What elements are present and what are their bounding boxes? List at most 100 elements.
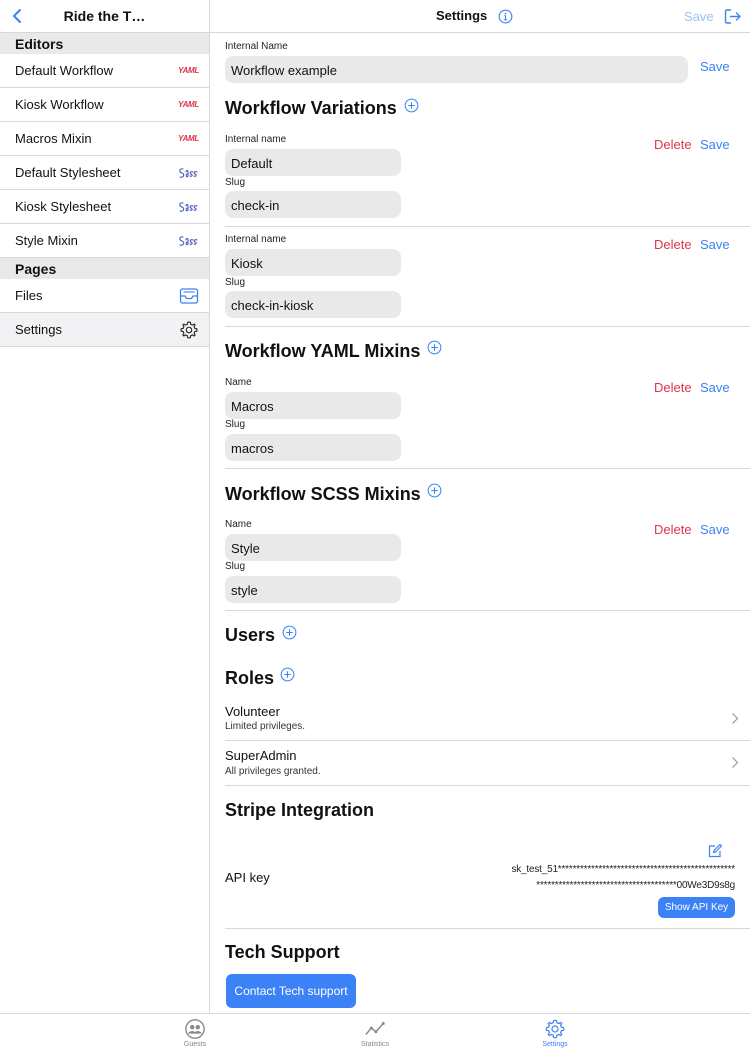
divider: [225, 610, 750, 611]
gear-icon: [180, 321, 198, 338]
yaml-icon: YAML: [178, 66, 199, 75]
gear-icon: [545, 1019, 565, 1039]
sidebar-item-label: Kiosk Workflow: [15, 97, 104, 112]
yaml-mixins-heading: Workflow YAML Mixins: [225, 341, 421, 361]
mixin-slug-field[interactable]: macros: [225, 434, 401, 461]
tab-label: Guests: [183, 1041, 207, 1048]
mixin-name-field[interactable]: Style: [225, 534, 401, 561]
tab-bar: Guests Statistics Settings: [0, 1013, 750, 1051]
mixin-name-label: Name: [225, 519, 252, 530]
sidebar-item-style-mixin[interactable]: Style Mixin: [0, 224, 209, 258]
api-key-value-line1: sk_test_51******************************…: [511, 864, 735, 875]
mixin-name-label: Name: [225, 377, 252, 388]
sass-icon: [179, 235, 198, 246]
roles-heading: Roles: [225, 668, 275, 688]
variation-slug-field[interactable]: check-in-kiosk: [225, 291, 401, 318]
tab-settings[interactable]: Settings: [525, 1018, 585, 1048]
sidebar-item-files[interactable]: Files: [0, 279, 209, 313]
variation-name-field[interactable]: Default: [225, 149, 401, 176]
sass-icon: [179, 201, 198, 212]
add-yaml-mixin-icon[interactable]: [427, 340, 442, 355]
sass-icon: [179, 167, 198, 178]
add-role-icon[interactable]: [280, 667, 295, 682]
mixin-save-button[interactable]: Save: [700, 522, 730, 537]
sidebar-title: Ride the T…: [63, 8, 146, 24]
editors-section-header: Editors: [0, 33, 209, 54]
edit-icon[interactable]: [707, 843, 723, 859]
sidebar-item-label: Kiosk Stylesheet: [15, 199, 112, 214]
mixin-slug-label: Slug: [225, 419, 246, 430]
sidebar-item-macros-mixin[interactable]: Macros Mixin YAML: [0, 122, 209, 156]
variation-slug-label: Slug: [225, 277, 246, 288]
tab-label: Settings: [542, 1041, 568, 1048]
add-user-icon[interactable]: [282, 625, 297, 640]
sidebar-item-default-stylesheet[interactable]: Default Stylesheet: [0, 156, 209, 190]
tab-label: Statistics: [360, 1041, 389, 1048]
scss-mixins-heading: Workflow SCSS Mixins: [225, 484, 421, 504]
info-icon[interactable]: [498, 9, 513, 24]
stripe-heading: Stripe Integration: [225, 800, 375, 820]
sidebar-item-label: Settings: [15, 322, 62, 337]
page-title: Settings: [436, 8, 488, 23]
sidebar-item-label: Default Stylesheet: [15, 165, 121, 180]
contact-tech-support-button[interactable]: Contact Tech support: [226, 974, 356, 1008]
tab-guests[interactable]: Guests: [165, 1018, 225, 1048]
internal-name-label: Internal Name: [225, 41, 288, 52]
statistics-icon: [365, 1022, 385, 1035]
mixin-slug-field[interactable]: style: [225, 576, 401, 603]
yaml-icon: YAML: [178, 100, 199, 109]
api-key-value-line2: **************************************00…: [536, 880, 735, 891]
mixin-delete-button[interactable]: Delete: [654, 522, 692, 537]
sidebar-item-label: Macros Mixin: [15, 131, 92, 146]
tab-statistics[interactable]: Statistics: [345, 1018, 405, 1048]
sidebar-item-kiosk-workflow[interactable]: Kiosk Workflow YAML: [0, 88, 209, 122]
yaml-icon: YAML: [178, 134, 199, 143]
chevron-right-icon: [732, 757, 739, 768]
sidebar-item-kiosk-stylesheet[interactable]: Kiosk Stylesheet: [0, 190, 209, 224]
divider: [225, 326, 750, 327]
show-api-key-button[interactable]: Show API Key: [658, 897, 735, 918]
top-header: Settings Save: [210, 0, 750, 33]
variation-delete-button[interactable]: Delete: [654, 237, 692, 252]
variation-slug-field[interactable]: check-in: [225, 191, 401, 218]
settings-content: Internal Name Workflow example Save Work…: [210, 33, 750, 1013]
role-description: Limited privileges.: [225, 721, 306, 732]
divider: [225, 928, 750, 929]
add-variation-icon[interactable]: [404, 98, 419, 113]
sidebar-item-settings[interactable]: Settings: [0, 313, 209, 347]
divider: [225, 740, 750, 741]
workflow-save-button[interactable]: Save: [700, 59, 730, 74]
role-name: Volunteer: [225, 704, 280, 719]
variation-name-label: Internal name: [225, 134, 287, 145]
pages-section-header: Pages: [0, 258, 209, 279]
api-key-label: API key: [225, 870, 270, 885]
variation-delete-button[interactable]: Delete: [654, 137, 692, 152]
users-heading: Users: [225, 625, 276, 645]
sidebar: Ride the T… Editors Default Workflow YAM…: [0, 0, 210, 1013]
sidebar-item-label: Style Mixin: [15, 233, 78, 248]
guests-icon: [185, 1019, 205, 1039]
variation-save-button[interactable]: Save: [700, 137, 730, 152]
divider: [225, 468, 750, 469]
tech-support-heading: Tech Support: [225, 942, 340, 962]
mixin-name-field[interactable]: Macros: [225, 392, 401, 419]
sidebar-item-label: Files: [15, 288, 43, 303]
role-description: All privileges granted.: [225, 766, 321, 777]
divider: [225, 785, 750, 786]
add-scss-mixin-icon[interactable]: [427, 483, 442, 498]
logout-icon[interactable]: [724, 8, 742, 25]
sidebar-item-default-workflow[interactable]: Default Workflow YAML: [0, 54, 209, 88]
mixin-save-button[interactable]: Save: [700, 380, 730, 395]
variation-name-field[interactable]: Kiosk: [225, 249, 401, 276]
workflow-name-field[interactable]: Workflow example: [225, 56, 688, 83]
sidebar-item-label: Default Workflow: [15, 63, 114, 78]
variations-heading: Workflow Variations: [225, 98, 397, 118]
header-save-button[interactable]: Save: [684, 9, 714, 24]
divider: [225, 226, 750, 227]
mixin-delete-button[interactable]: Delete: [654, 380, 692, 395]
role-name: SuperAdmin: [225, 748, 297, 763]
sidebar-header: Ride the T…: [0, 0, 209, 33]
variation-slug-label: Slug: [225, 177, 246, 188]
variation-save-button[interactable]: Save: [700, 237, 730, 252]
mixin-slug-label: Slug: [225, 561, 246, 572]
